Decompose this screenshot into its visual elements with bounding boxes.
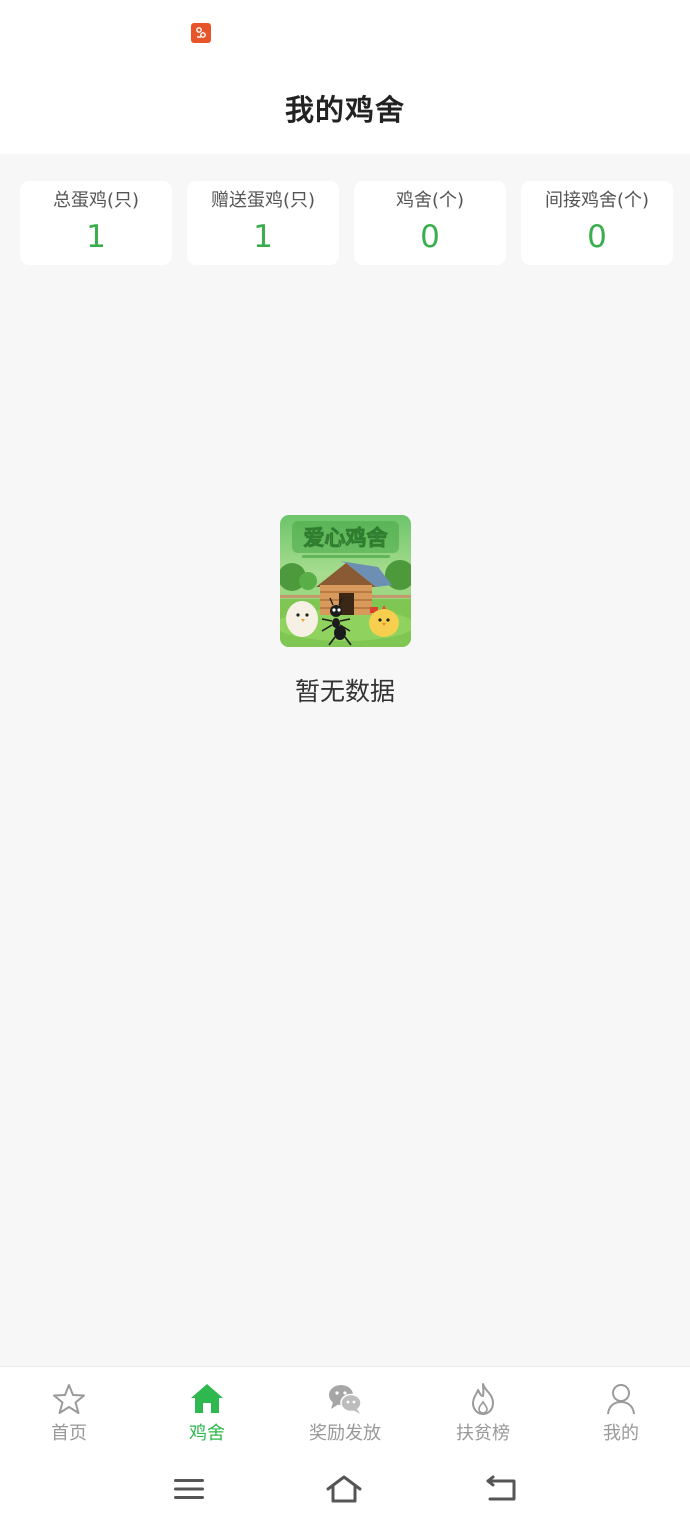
- system-nav-bar: [0, 1460, 690, 1517]
- stat-label: 间接鸡舍(个): [544, 190, 650, 211]
- status-bar: [0, 0, 690, 70]
- tab-home[interactable]: 首页: [0, 1367, 138, 1461]
- user-icon: [603, 1381, 639, 1417]
- page-header: 我的鸡舍: [0, 70, 690, 154]
- menu-icon[interactable]: [169, 1472, 209, 1506]
- back-icon[interactable]: [480, 1472, 520, 1506]
- tab-coop[interactable]: 鸡舍: [138, 1367, 276, 1461]
- tab-label: 首页: [51, 1423, 87, 1444]
- stat-card-total-hens: 总蛋鸡(只) 1: [20, 181, 172, 265]
- stat-card-coops: 鸡舍(个) 0: [354, 181, 506, 265]
- wechat-icon: [327, 1381, 363, 1417]
- empty-message: 暂无数据: [294, 677, 395, 706]
- stat-label: 总蛋鸡(只): [52, 190, 140, 211]
- stat-card-gifted-hens: 赠送蛋鸡(只) 1: [187, 181, 339, 265]
- stat-value: 0: [587, 219, 607, 255]
- tab-label: 鸡舍: [189, 1423, 225, 1444]
- bottom-tab-bar: 首页 鸡舍 奖励发放 扶贫榜 我的: [0, 1366, 690, 1460]
- tab-label: 我的: [603, 1423, 639, 1444]
- flame-icon: [465, 1381, 501, 1417]
- star-icon: [51, 1381, 87, 1417]
- tab-rewards[interactable]: 奖励发放: [276, 1367, 414, 1461]
- house-icon: [189, 1381, 225, 1417]
- illustration-banner-text: 爱心鸡舍: [303, 526, 388, 550]
- stat-label: 鸡舍(个): [395, 190, 465, 211]
- chicken-coop-illustration: 爱心鸡舍: [279, 515, 411, 647]
- page-title: 我的鸡舍: [284, 93, 405, 127]
- stats-row: 总蛋鸡(只) 1 赠送蛋鸡(只) 1 鸡舍(个) 0 间接鸡舍(个) 0: [20, 181, 673, 265]
- tab-label: 奖励发放: [309, 1423, 381, 1444]
- stat-card-indirect-coops: 间接鸡舍(个) 0: [521, 181, 673, 265]
- stat-value: 1: [253, 219, 273, 255]
- tab-label: 扶贫榜: [456, 1423, 510, 1444]
- tab-poverty-ranking[interactable]: 扶贫榜: [414, 1367, 552, 1461]
- tab-mine[interactable]: 我的: [552, 1367, 690, 1461]
- home-icon[interactable]: [324, 1472, 364, 1506]
- stat-value: 1: [86, 219, 106, 255]
- empty-state: 爱心鸡舍 暂无数据: [0, 515, 690, 712]
- stat-label: 赠送蛋鸡(只): [210, 190, 316, 211]
- app-notification-icon: [191, 23, 211, 43]
- stat-value: 0: [420, 219, 440, 255]
